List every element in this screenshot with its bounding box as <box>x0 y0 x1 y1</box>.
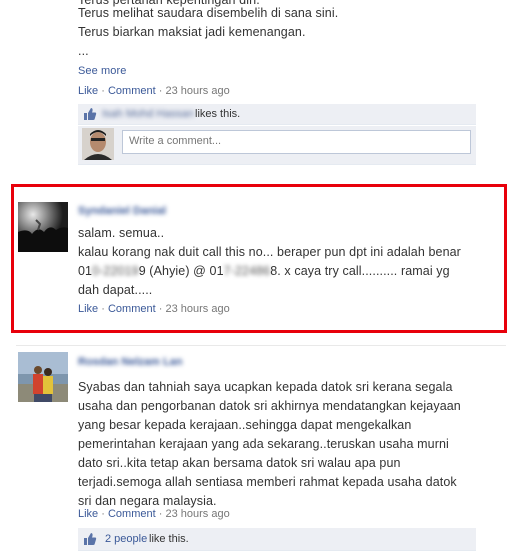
timestamp: 23 hours ago <box>165 508 230 520</box>
post-1-likes-box: Isah Mohd Hassan likes this. <box>78 104 476 125</box>
comment-input[interactable]: Write a comment... <box>122 130 471 154</box>
timestamp: 23 hours ago <box>165 303 230 315</box>
user-avatar <box>82 128 114 160</box>
author-avatar[interactable] <box>18 202 68 252</box>
phone-text-1: 9 (Ahyie) @ 01 <box>138 264 224 278</box>
phone-redacted-2: 7-22486 <box>223 264 271 278</box>
post-3-actions: Like · Comment · 23 hours ago <box>78 508 230 520</box>
author-name[interactable]: Syndaniel Danial <box>78 205 166 217</box>
phone-prefix-1: 01 <box>78 264 93 278</box>
phone-redacted-1: 0-22019 <box>92 264 139 278</box>
likes-text: like this. <box>149 533 189 545</box>
post-1-line-1: Terus melihat saudara disembelih di sana… <box>78 6 339 20</box>
post-3-line: dato sri..kita tetap akan bersama datok … <box>78 456 401 470</box>
post-1-actions: Like · Comment · 23 hours ago <box>78 85 230 97</box>
separator: · <box>158 85 163 97</box>
separator: · <box>158 508 163 520</box>
author-avatar[interactable] <box>18 352 68 402</box>
crowd-avatar-icon <box>18 202 68 252</box>
comment-link[interactable]: Comment <box>108 508 156 520</box>
timestamp: 23 hours ago <box>165 85 230 97</box>
like-link[interactable]: Like <box>78 508 98 520</box>
comment-link[interactable]: Comment <box>108 85 156 97</box>
post-1-line-3: ... <box>78 44 89 58</box>
likes-text: likes this. <box>195 108 241 120</box>
like-link[interactable]: Like <box>78 303 98 315</box>
post-2-actions: Like · Comment · 23 hours ago <box>78 303 230 315</box>
post-2-line-2: kalau korang nak duit call this no... be… <box>78 245 461 259</box>
post-divider <box>16 345 506 346</box>
separator: · <box>101 85 105 97</box>
post-2-line-4: dah dapat..... <box>78 283 153 297</box>
post-2-line-3: 010-220199 (Ahyie) @ 017-224868. x caya … <box>78 262 450 281</box>
post-3-line: pemerintahan kerajaan yang ada sekarang.… <box>78 437 449 451</box>
post-1-line-2: Terus biarkan maksiat jadi kemenangan. <box>78 25 306 39</box>
phone-text-2: 8. x caya try call.......... ramai yg <box>270 264 450 278</box>
separator: · <box>158 303 163 315</box>
user-avatar-icon <box>82 128 114 160</box>
post-3-line: terjadi.semoga allah sentiasa memberi ra… <box>78 475 457 489</box>
post-3-line: Syabas dan tahniah saya ucapkan kepada d… <box>78 380 453 394</box>
couple-photo-avatar-icon <box>18 352 68 402</box>
post-2-line-1: salam. semua.. <box>78 226 165 240</box>
separator: · <box>101 508 105 520</box>
post-3-line: usaha dan pengorbanan datok sri akhirnya… <box>78 399 461 413</box>
thumbs-up-icon <box>84 108 97 120</box>
comment-link[interactable]: Comment <box>108 303 156 315</box>
separator: · <box>101 303 105 315</box>
liker-name[interactable]: Isah Mohd Hassan <box>102 104 194 124</box>
post-3-line: yang besar kepada kerajaan..sehingga dap… <box>78 418 412 432</box>
like-link[interactable]: Like <box>78 85 98 97</box>
author-name[interactable]: Rosdan Nelzam Lan <box>78 356 183 368</box>
thumbs-up-icon <box>84 533 97 545</box>
see-more-link[interactable]: See more <box>78 62 127 81</box>
likes-count-link[interactable]: 2 people <box>105 528 147 550</box>
post-3-likes-box: 2 people like this. <box>78 528 476 551</box>
